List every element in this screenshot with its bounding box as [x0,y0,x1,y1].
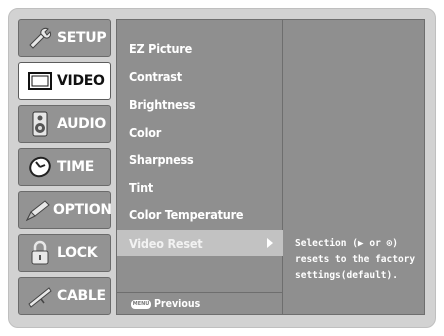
sidebar-label-time: TIME [57,159,95,175]
setup-icon [25,25,55,51]
menu-item-contrast[interactable]: Contrast [129,69,182,84]
sidebar-label-lock: LOCK [57,245,98,261]
sidebar-label-cable: CABLE [57,288,106,304]
sidebar-item-cable[interactable]: CABLE [18,277,111,315]
menu-button-icon: MENU [131,299,151,309]
divider [117,292,283,293]
previous-label: Previous [154,298,201,310]
right-arrow-icon [267,238,273,248]
cable-icon [25,283,55,309]
menu-item-brightness[interactable]: Brightness [129,97,196,112]
sidebar: SETUP VIDEO AUDIO TIME OPTION LOCK CABLE [18,19,112,315]
menu-item-video-reset[interactable]: Video Reset [117,230,283,256]
previous-button[interactable]: MENU Previous [131,298,200,310]
sidebar-label-option: OPTION [53,202,112,218]
sidebar-item-lock[interactable]: LOCK [18,234,111,272]
menu-item-color-temperature[interactable]: Color Temperature [129,207,244,222]
info-description: Selection (▶ or ⊙) resets to the factory… [295,238,416,281]
lock-icon [25,240,55,266]
sidebar-item-option[interactable]: OPTION [18,191,112,229]
menu-item-ez-picture[interactable]: EZ Picture [129,41,192,56]
sidebar-item-audio[interactable]: AUDIO [18,105,111,143]
time-icon [25,154,55,180]
sidebar-item-video[interactable]: VIDEO [18,62,111,100]
info-panel: Selection (▶ or ⊙) resets to the factory… [283,19,425,315]
menu-item-color[interactable]: Color [129,125,161,140]
menu-item-video-reset-label: Video Reset [129,235,203,251]
menu-item-tint[interactable]: Tint [129,180,153,195]
menu-item-sharpness[interactable]: Sharpness [129,152,194,167]
sidebar-item-setup[interactable]: SETUP [18,19,111,57]
video-icon [25,68,55,94]
sidebar-label-setup: SETUP [57,30,107,46]
option-icon [25,197,51,223]
audio-icon [25,111,55,137]
sidebar-label-video: VIDEO [57,73,105,89]
sidebar-item-time[interactable]: TIME [18,148,111,186]
video-menu-panel: EZ Picture Contrast Brightness Color Sha… [116,19,283,315]
sidebar-label-audio: AUDIO [57,116,107,132]
